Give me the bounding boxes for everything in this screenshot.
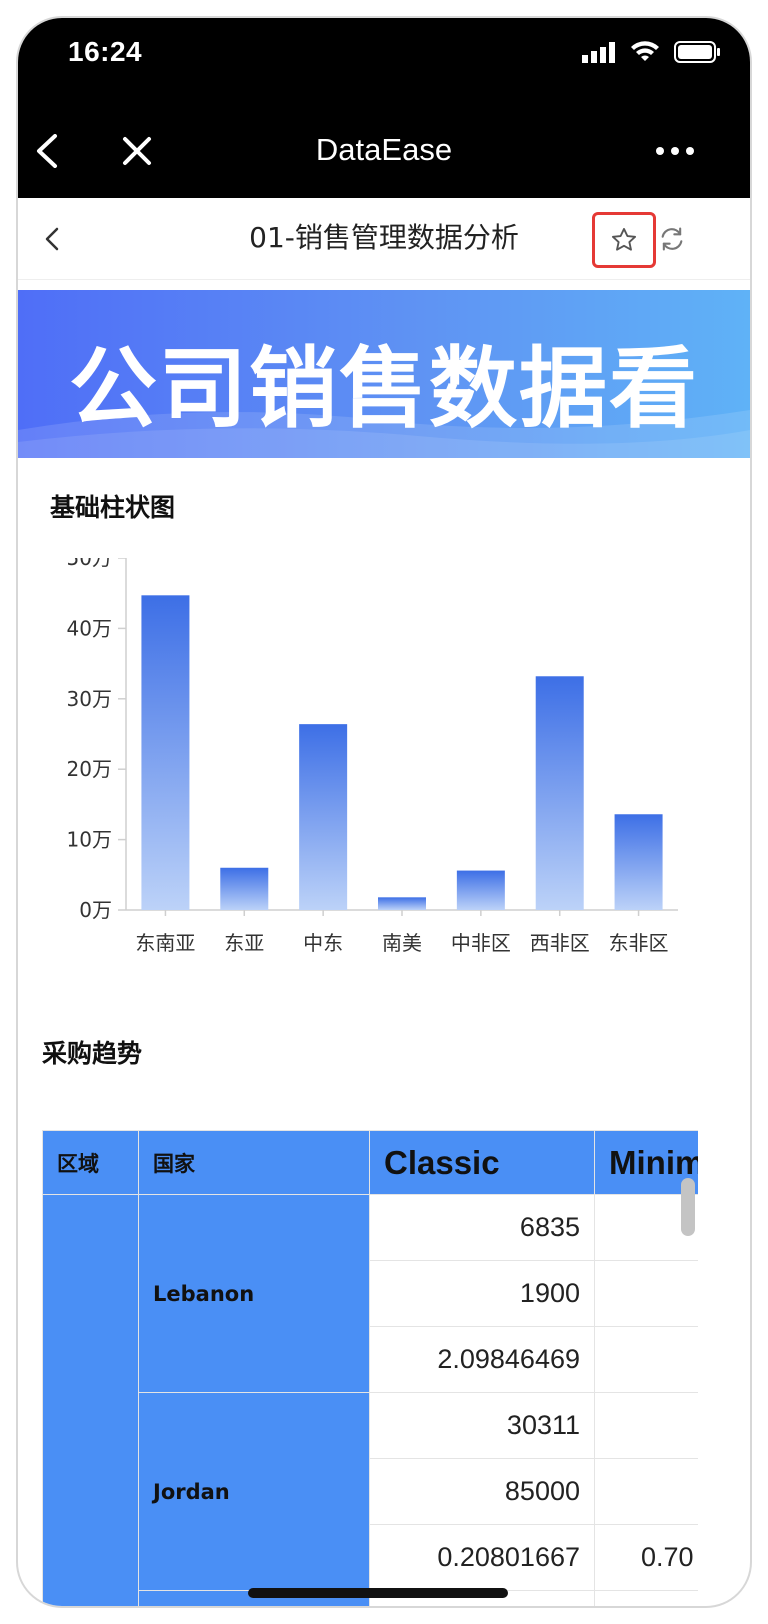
bar[interactable] bbox=[378, 897, 426, 910]
y-tick-label: 10万 bbox=[67, 828, 112, 852]
bar[interactable] bbox=[535, 676, 584, 910]
bar[interactable] bbox=[456, 870, 505, 910]
bar-chart: 0万 10万 20万 30万 40万 50万东南亚 东亚 中东 南美 中非区 西非区 东非区 bbox=[18, 546, 750, 998]
pivot-table[interactable]: 区域 国家 Classic Minim Lebanon 6835 1900 2.… bbox=[42, 1130, 698, 1606]
status-icons bbox=[582, 40, 722, 64]
table-row: Lebanon 6835 bbox=[42, 1194, 698, 1606]
favorite-button[interactable] bbox=[592, 212, 656, 268]
value-cell: 2.09846469 bbox=[369, 1326, 595, 1393]
bar-chart-svg: 0万 10万 20万 30万 40万 50万东南亚 东亚 中东 南美 中非区 西非区 东非区 bbox=[67, 546, 678, 955]
banner-title: 公司销售数据看 bbox=[68, 337, 699, 440]
x-tick-label: 东南亚 bbox=[135, 931, 195, 955]
table-row: Jordan 30311 bbox=[43, 1392, 698, 1591]
more-button[interactable] bbox=[648, 126, 702, 176]
value-cell: 85000 bbox=[369, 1458, 595, 1525]
status-time: 16:24 bbox=[68, 36, 143, 67]
value-cell bbox=[594, 1326, 698, 1393]
header-region[interactable]: 区域 bbox=[42, 1130, 139, 1195]
value-cell: 30311 bbox=[369, 1392, 595, 1459]
bar[interactable] bbox=[614, 814, 663, 910]
status-bar: 16:24 bbox=[18, 18, 750, 108]
value-cell bbox=[594, 1260, 698, 1327]
banner: 公司销售数据看 bbox=[18, 290, 750, 458]
y-tick-label: 50万 bbox=[67, 558, 112, 570]
header-country[interactable]: 国家 bbox=[138, 1130, 370, 1195]
x-tick-label: 西非区 bbox=[530, 931, 590, 955]
battery-icon bbox=[674, 41, 720, 63]
star-icon bbox=[611, 227, 637, 251]
y-tick-label: 40万 bbox=[67, 616, 112, 640]
header-classic[interactable]: Classic bbox=[369, 1130, 595, 1195]
x-tick-label: 南美 bbox=[382, 931, 422, 955]
home-indicator[interactable] bbox=[248, 1588, 508, 1598]
value-cell: 0.70 bbox=[594, 1524, 698, 1591]
region-cell bbox=[42, 1194, 139, 1606]
pivot-table-grid: 区域 国家 Classic Minim Lebanon 6835 1900 2.… bbox=[42, 1130, 698, 1606]
more-icon bbox=[656, 147, 694, 155]
value-cell bbox=[594, 1458, 698, 1525]
y-tick-label: 0万 bbox=[79, 898, 112, 922]
bar-chart-title: 基础柱状图 bbox=[50, 493, 176, 522]
value-cell: 1900 bbox=[369, 1260, 595, 1327]
signal-icon bbox=[582, 42, 615, 63]
refresh-icon bbox=[661, 227, 683, 251]
dashboard-header: 01-销售管理数据分析 bbox=[18, 198, 750, 280]
x-tick-label: 中东 bbox=[303, 931, 343, 955]
bar[interactable] bbox=[220, 867, 269, 910]
x-tick-label: 东非区 bbox=[609, 931, 669, 955]
table-scrollbar[interactable] bbox=[681, 1178, 695, 1236]
app-bar: DataEase bbox=[18, 108, 750, 198]
value-cell: 6835 bbox=[369, 1194, 595, 1261]
value-cell bbox=[594, 1392, 698, 1459]
x-tick-label: 东亚 bbox=[224, 931, 264, 955]
phone-frame: 16:24 DataEase 01-销售管理数据分析 公司销售数据看 基础柱状图… bbox=[18, 18, 750, 1606]
value-cell bbox=[594, 1590, 698, 1606]
y-tick-label: 20万 bbox=[67, 757, 112, 781]
y-tick-label: 30万 bbox=[67, 687, 112, 711]
wifi-icon bbox=[631, 41, 659, 61]
bar[interactable] bbox=[299, 724, 348, 910]
country-cell: Lebanon bbox=[138, 1194, 370, 1393]
bar[interactable] bbox=[141, 595, 190, 910]
value-cell: 0.20801667 bbox=[369, 1524, 595, 1591]
country-cell: Jordan bbox=[138, 1392, 370, 1591]
app-title: DataEase bbox=[315, 132, 453, 167]
table-title: 采购趋势 bbox=[42, 1039, 143, 1068]
refresh-button[interactable] bbox=[648, 214, 696, 264]
x-tick-label: 中非区 bbox=[451, 931, 511, 955]
